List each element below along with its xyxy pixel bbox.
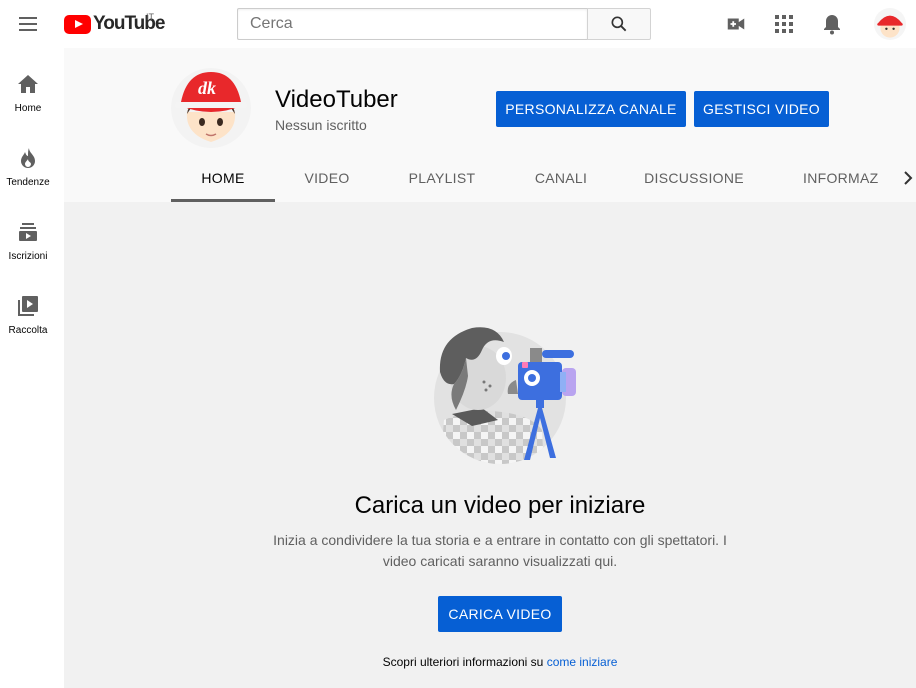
tab-discussion[interactable]: DISCUSSIONE [630,154,758,202]
channel-avatar-image: dk [171,68,251,148]
active-tab-indicator [171,199,275,202]
sidebar-item-label: Iscrizioni [8,251,48,262]
sidebar-item-label: Home [14,103,42,114]
empty-state-description: Inizia a condividere la tua storia e a e… [273,532,727,569]
sidebar: Home Tendenze Iscrizioni Raccolta [0,48,64,688]
create-video-button[interactable] [724,12,748,36]
sidebar-item-subscriptions[interactable]: Iscrizioni [0,196,56,270]
tab-home[interactable]: HOME [171,154,275,202]
video-camera-add-icon [727,18,745,30]
sidebar-item-label: Tendenze [6,177,50,188]
channel-avatar[interactable]: dk [171,68,251,148]
apps-button[interactable] [772,12,796,36]
sidebar-item-trending[interactable]: Tendenze [0,122,56,196]
chevron-right-icon [904,171,913,185]
learn-more-prefix: Scopri ulteriori informazioni su [382,655,544,669]
tab-about[interactable]: INFORMAZIONI [791,154,879,202]
subscriber-count: Nessun iscritto [275,117,367,133]
search-icon [611,16,627,32]
apps-grid-icon [775,15,793,33]
how-to-start-link[interactable]: come iniziare [547,655,618,669]
sidebar-item-label: Raccolta [8,325,48,336]
youtube-play-icon [64,14,91,34]
empty-state-title: Carica un video per iniziare [354,492,646,519]
subscriptions-icon [16,220,40,244]
search-bar [237,8,651,40]
manage-videos-button[interactable]: GESTISCI VIDEO [694,91,829,127]
menu-icon[interactable] [16,12,40,36]
flame-icon [16,146,40,170]
upload-illustration [434,327,576,464]
bell-icon [824,15,840,35]
tab-playlist[interactable]: PLAYLIST [390,154,494,202]
avatar-text: dk [198,78,216,98]
search-input[interactable] [237,8,587,40]
sidebar-item-library[interactable]: Raccolta [0,270,56,344]
country-code: IT [146,12,154,22]
avatar-icon [874,8,906,40]
tab-video[interactable]: VIDEO [275,154,379,202]
channel-name: VideoTuber [275,86,398,113]
tabs-scroll-right-button[interactable] [900,166,916,190]
customize-channel-button[interactable]: PERSONALIZZA CANALE [496,91,686,127]
channel-header: dk VideoTuber Nessun iscritto PERSONALIZ… [64,48,916,202]
home-icon [16,72,40,96]
upload-video-button[interactable]: CARICA VIDEO [438,596,562,632]
top-bar: YouTube IT [0,0,916,48]
account-avatar[interactable] [874,8,906,40]
sidebar-item-home[interactable]: Home [0,48,56,122]
library-icon [16,294,40,318]
tab-channels[interactable]: CANALI [509,154,613,202]
search-button[interactable] [587,8,651,40]
learn-more-text: Scopri ulteriori informazioni su come in… [64,655,916,669]
channel-tabs: HOME VIDEO PLAYLIST CANALI DISCUSSIONE I… [171,154,916,202]
notifications-button[interactable] [820,12,844,36]
